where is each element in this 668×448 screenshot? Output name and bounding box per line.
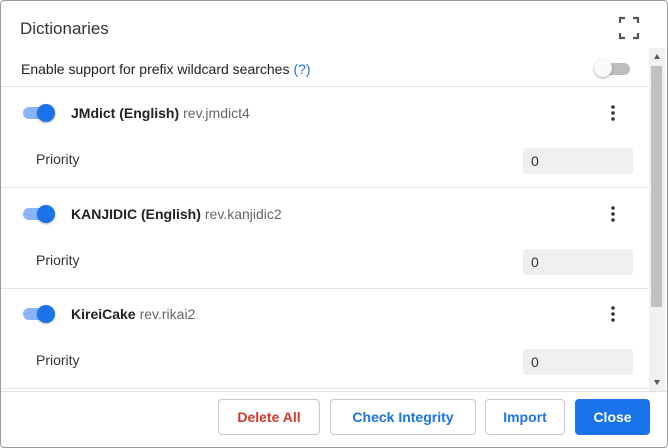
wildcard-toggle[interactable] [594,59,630,77]
vertical-scrollbar[interactable] [649,48,665,391]
dictionaries-dialog: Dictionaries Enable support for prefix w… [0,0,668,448]
dictionary-enabled-toggle[interactable] [23,205,57,223]
wildcard-setting-text: Enable support for prefix wildcard searc… [21,61,311,77]
dictionary-item: KANJIDIC (English) rev.kanjidic2 Priority [1,188,649,289]
close-button[interactable]: Close [575,399,650,435]
scroll-thumb[interactable] [651,66,662,307]
help-link[interactable]: (?) [293,61,310,77]
dictionary-enabled-toggle[interactable] [23,305,57,323]
dictionary-list: Enable support for prefix wildcard searc… [1,48,649,391]
dialog-footer: Delete All Check Integrity Import Close [1,391,667,447]
more-vert-icon [611,206,615,222]
dictionary-title: JMdict (English) [71,105,180,121]
delete-all-button[interactable]: Delete All [218,399,320,435]
priority-input[interactable] [523,349,633,375]
toggle-knob [594,59,612,77]
dictionary-item: KireiCake rev.rikai2 Priority [1,288,649,389]
scroll-up-icon[interactable] [654,54,660,59]
dictionary-title: KireiCake [71,306,136,322]
dictionary-item: JMdict (English) rev.jmdict4 Priority [1,87,649,188]
dictionary-revision: rev.rikai2 [139,306,196,322]
priority-label: Priority [36,352,80,368]
priority-input[interactable] [523,249,633,275]
more-options-button[interactable] [603,304,623,324]
more-vert-icon [611,306,615,322]
wildcard-label: Enable support for prefix wildcard searc… [21,61,290,77]
dictionary-name: KANJIDIC (English) rev.kanjidic2 [71,206,282,222]
more-vert-icon [611,105,615,121]
more-options-button[interactable] [603,103,623,123]
priority-label: Priority [36,151,80,167]
check-integrity-button[interactable]: Check Integrity [330,399,476,435]
dictionary-name: KireiCake rev.rikai2 [71,306,195,322]
more-options-button[interactable] [603,204,623,224]
dictionary-revision: rev.jmdict4 [183,105,250,121]
priority-input[interactable] [523,148,633,174]
dictionary-title: KANJIDIC (English) [71,206,201,222]
fullscreen-button[interactable] [617,15,641,41]
toggle-knob [37,205,55,223]
dialog-title: Dictionaries [20,19,109,38]
scroll-down-icon[interactable] [654,380,660,385]
dictionary-enabled-toggle[interactable] [23,104,57,122]
fullscreen-icon [618,16,640,40]
wildcard-setting-row: Enable support for prefix wildcard searc… [1,48,649,87]
import-button[interactable]: Import [485,399,565,435]
toggle-knob [37,305,55,323]
priority-label: Priority [36,252,80,268]
dictionary-revision: rev.kanjidic2 [204,206,282,222]
toggle-knob [37,104,55,122]
dictionary-name: JMdict (English) rev.jmdict4 [71,105,250,121]
